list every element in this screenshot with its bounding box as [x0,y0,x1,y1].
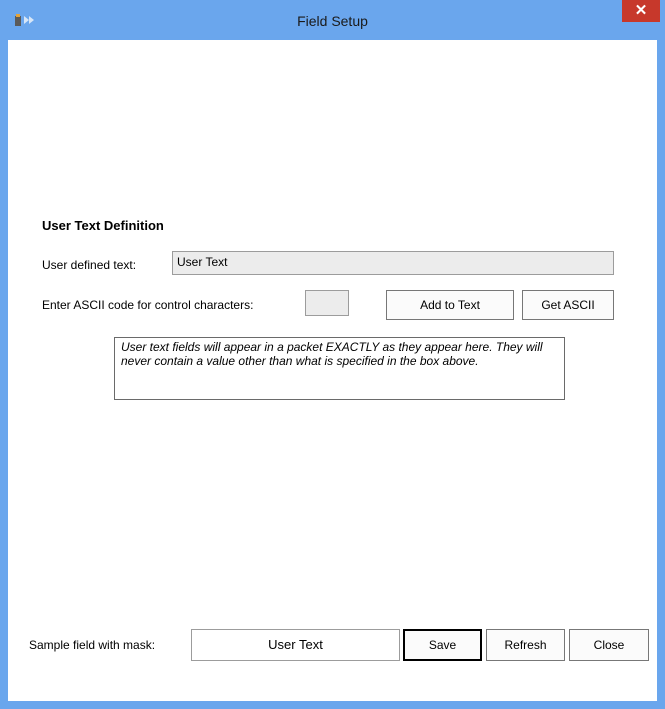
info-note: User text fields will appear in a packet… [114,337,565,400]
refresh-button[interactable]: Refresh [486,629,565,661]
client-area: User Text Definition User defined text: … [8,40,657,701]
user-defined-text-label: User defined text: [42,258,137,272]
section-title: User Text Definition [42,218,164,233]
ascii-code-label: Enter ASCII code for control characters: [42,298,254,312]
close-window-button[interactable]: ✕ [622,0,660,22]
close-button[interactable]: Close [569,629,649,661]
add-to-text-button[interactable]: Add to Text [386,290,514,320]
close-icon: ✕ [634,2,648,19]
title-bar[interactable]: Field Setup ✕ [0,0,665,40]
sample-field-label: Sample field with mask: [29,638,156,652]
field-setup-window: Field Setup ✕ User Text Definition User … [0,0,665,709]
get-ascii-button[interactable]: Get ASCII [522,290,614,320]
user-defined-text-input[interactable]: User Text [172,251,614,275]
save-button[interactable]: Save [403,629,482,661]
sample-field-display: User Text [191,629,400,661]
window-title: Field Setup [297,13,368,29]
ascii-code-input[interactable] [305,290,349,316]
